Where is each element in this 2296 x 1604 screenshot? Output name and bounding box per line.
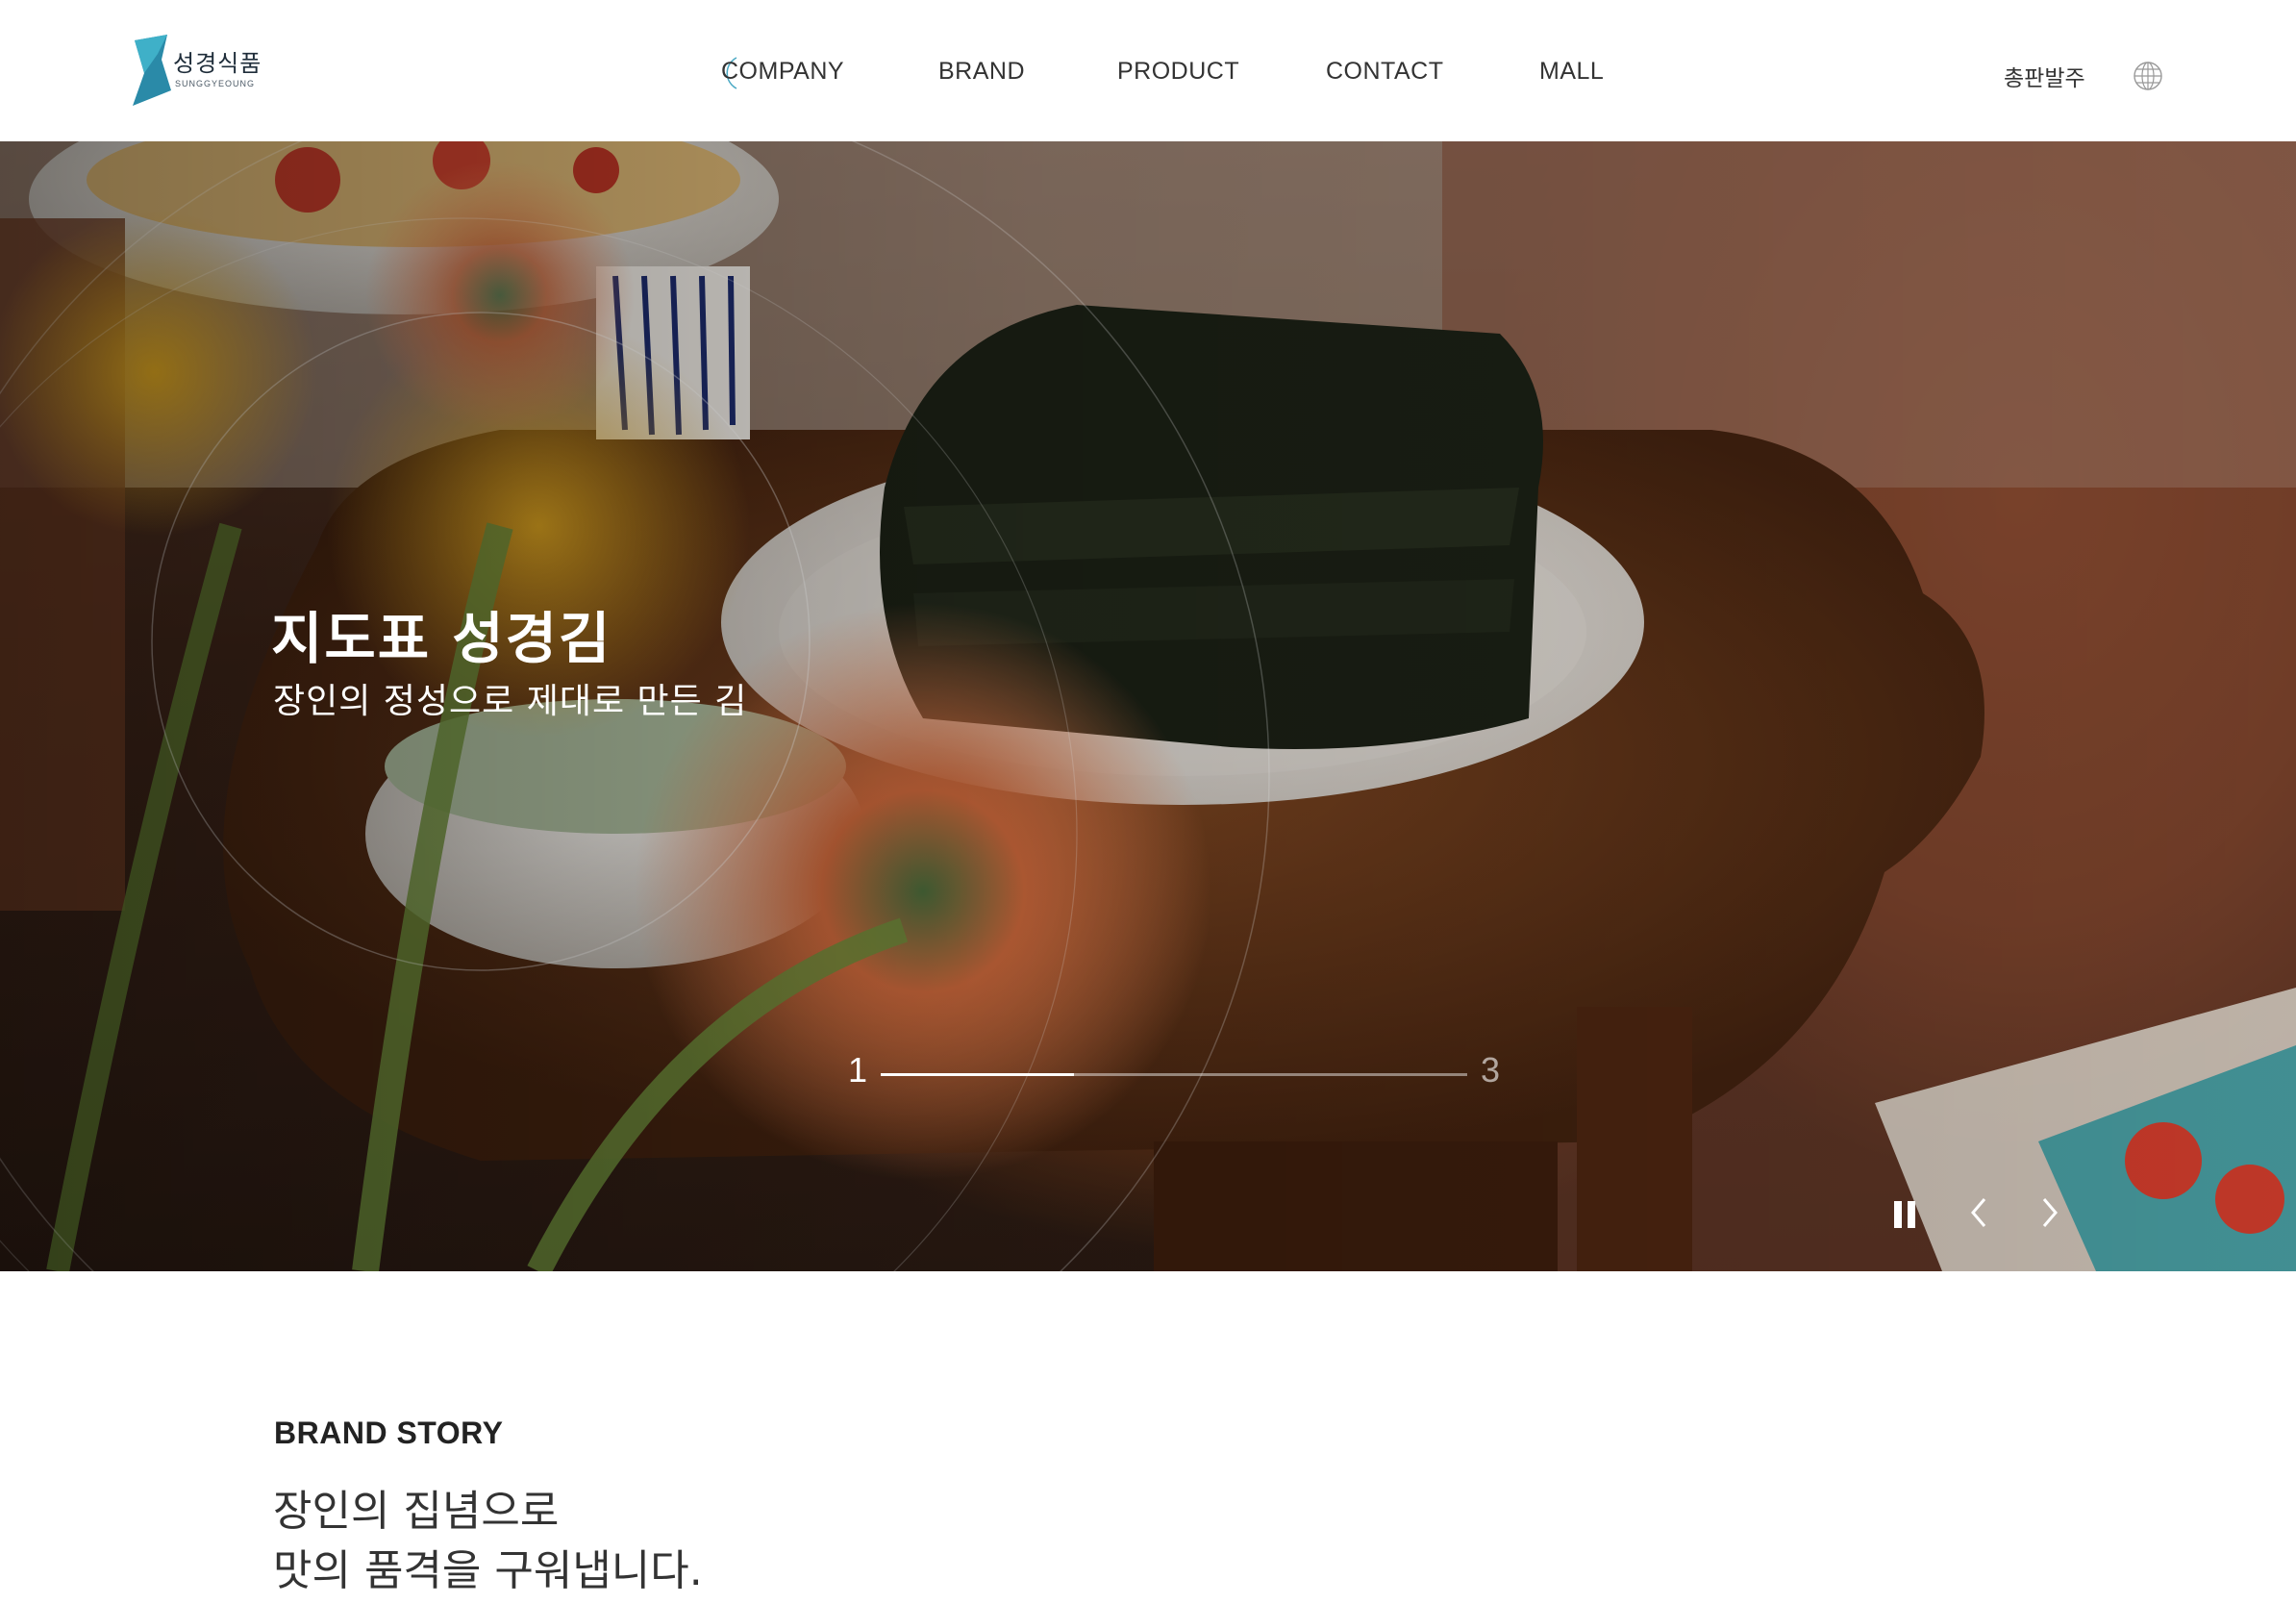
slide-current-number: 1	[848, 1050, 868, 1090]
globe-icon[interactable]	[2133, 61, 2163, 91]
slide-total-number: 3	[1481, 1050, 1501, 1090]
chevron-left-icon[interactable]	[1961, 1193, 2000, 1232]
logo[interactable]: 성경식품 SUNGGYEOUNG	[129, 35, 261, 106]
slide-progress-bar[interactable]	[881, 1073, 1467, 1076]
brand-story-label: BRAND STORY	[274, 1416, 504, 1450]
hero-slider: 지도표 성경김 장인의 정성으로 제대로 만든 김	[0, 141, 2296, 1271]
brand-story-line-2: 맛의 품격을 구워냅니다.	[273, 1546, 703, 1595]
nav-company[interactable]: COMPANY	[721, 58, 844, 86]
logo-text-ko: 성경식품	[173, 50, 262, 77]
nav-mall[interactable]: MALL	[1539, 58, 1604, 86]
pause-icon[interactable]	[1886, 1195, 1925, 1234]
brand-story-line-1: 장인의 집념으로	[273, 1487, 560, 1536]
logo-mark-icon	[133, 35, 171, 106]
distributor-order-link[interactable]: 총판발주	[2004, 60, 2085, 92]
chevron-right-icon[interactable]	[2031, 1193, 2069, 1232]
logo-text-en: SUNGGYEOUNG	[175, 79, 256, 88]
nav-product[interactable]: PRODUCT	[1117, 58, 1239, 86]
slide-progress-fill	[881, 1073, 1075, 1076]
site-header: 성경식품 SUNGGYEOUNG COMPANY BRAND PRODUCT C…	[0, 0, 2296, 141]
hero-title: 지도표 성경김	[271, 606, 612, 671]
nav-brand[interactable]: BRAND	[938, 58, 1025, 86]
nav-contact[interactable]: CONTACT	[1326, 58, 1443, 86]
hero-subtitle: 장인의 정성으로 제대로 만든 김	[273, 682, 748, 721]
brand-story-section: BRAND STORY 장인의 집념으로 맛의 품격을 구워냅니다.	[0, 1271, 2296, 1604]
